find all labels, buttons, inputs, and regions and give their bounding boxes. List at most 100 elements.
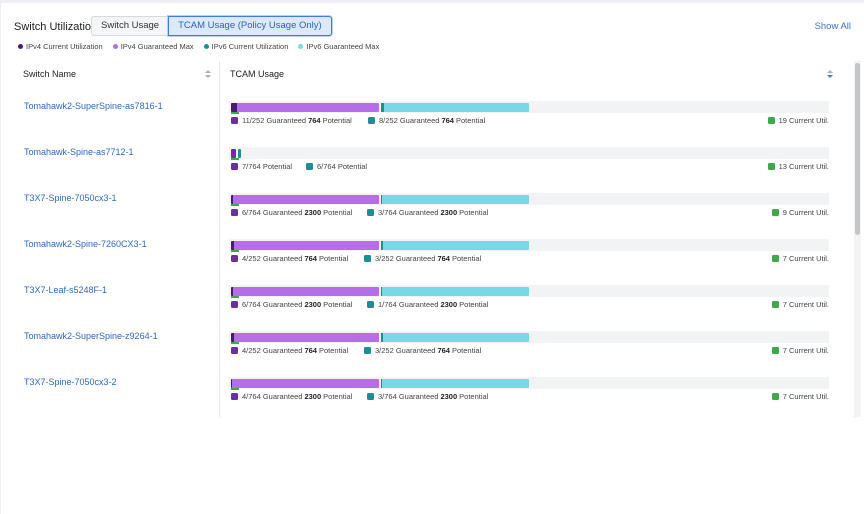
- legend-dot-icon: [18, 44, 23, 49]
- legend-ipv4-current: IPv4 Current Utilization: [18, 42, 103, 51]
- current-util-value: 19 Current Util.: [778, 116, 829, 125]
- ipv6-usage-text: 8/252 Guaranteed 764 Potential: [368, 116, 485, 125]
- ipv6-guaranteed-bar: [381, 378, 529, 388]
- ipv4-usage-text: 11/252 Guaranteed 764 Potential: [231, 116, 352, 125]
- switch-name-header[interactable]: Switch Name: [14, 61, 219, 87]
- ipv4-square-icon: [231, 117, 238, 124]
- ipv6-usage-text: 1/764 Guaranteed 2300 Potential: [367, 300, 488, 309]
- ipv4-usage-text: 6/764 Guaranteed 2300 Potential: [231, 208, 352, 217]
- ipv6-square-icon: [364, 347, 371, 354]
- ipv6-usage-text: 3/764 Guaranteed 2300 Potential: [367, 208, 488, 217]
- potential-label: Potential: [318, 346, 349, 355]
- ipv4-potential-value: 764: [308, 116, 321, 125]
- ipv6-current-bar: [381, 332, 383, 342]
- ipv4-current-bar: [231, 286, 233, 296]
- legend-ipv4-max: IPv4 Guaranteed Max: [112, 42, 194, 51]
- ipv4-guaranteed-bar: [231, 102, 379, 112]
- ipv6-usage-text: 6/764 Potential: [306, 162, 367, 171]
- ipv4-square-icon: [231, 301, 238, 308]
- potential-label: Potential: [323, 392, 353, 401]
- switch-link[interactable]: Tomahawk2-SuperSpine-as7816-1: [24, 101, 163, 111]
- usage-bar-track: [229, 147, 829, 159]
- ipv6-usage-text: 3/252 Guaranteed 764 Potential: [364, 254, 481, 263]
- current-util-square-icon: [771, 393, 779, 400]
- ipv6-value: 6/764 Potential: [317, 162, 368, 171]
- ipv6-guaranteed-bar: [381, 102, 529, 112]
- legend-ipv6-current: IPv6 Current Utilization: [203, 42, 289, 51]
- current-util-line: [231, 388, 239, 390]
- ipv6-guaranteed-bar: [381, 240, 529, 250]
- ipv6-value: 3/764 Guaranteed: [378, 392, 439, 401]
- ipv4-potential-value: 2300: [304, 300, 322, 309]
- tab-tcam-usage[interactable]: TCAM Usage (Policy Usage Only): [168, 16, 332, 36]
- ipv4-usage-text: 7/764 Potential: [231, 162, 292, 171]
- legend-label: IPv6 Guaranteed Max: [306, 42, 380, 51]
- legend-label: IPv6 Current Utilization: [211, 42, 289, 51]
- potential-label: Potential: [322, 116, 352, 125]
- legend-dot-icon: [298, 44, 304, 49]
- tcam-usage-header[interactable]: TCAM Usage: [221, 61, 841, 87]
- tab-switch-usage[interactable]: Switch Usage: [91, 16, 169, 36]
- scrollbar-thumb[interactable]: [855, 63, 860, 235]
- ipv4-value: 7/764 Potential: [242, 162, 293, 171]
- ipv4-potential-value: 764: [304, 254, 317, 263]
- ipv4-guaranteed-bar: [231, 378, 379, 388]
- ipv6-square-icon: [367, 393, 374, 400]
- switch-link[interactable]: T3X7-Leaf-s5248F-1: [24, 285, 107, 295]
- potential-label: Potential: [323, 208, 353, 217]
- ipv6-square-icon: [367, 209, 374, 216]
- sort-desc-icon[interactable]: [827, 69, 833, 79]
- ipv4-current-bar: [231, 148, 236, 158]
- usage-bar-track: [229, 331, 829, 343]
- current-util-value: 13 Current Util.: [778, 162, 829, 171]
- vertical-scrollbar[interactable]: [854, 61, 861, 417]
- show-all-link[interactable]: Show All: [815, 21, 851, 32]
- ipv4-potential-value: 2300: [304, 208, 322, 217]
- ipv6-square-icon: [368, 117, 375, 124]
- potential-label: Potential: [323, 300, 353, 309]
- ipv4-value: 6/764 Guaranteed: [242, 208, 303, 217]
- ipv4-value: 4/764 Guaranteed: [242, 392, 303, 401]
- current-util-square-icon: [771, 209, 779, 216]
- ipv4-current-bar: [231, 194, 233, 204]
- switch-name-column: Switch Name Tomahawk2-SuperSpine-as7816-…: [14, 61, 220, 417]
- ipv6-value: 1/764 Guaranteed: [378, 300, 439, 309]
- ipv6-usage-text: 3/764 Guaranteed 2300 Potential: [367, 392, 488, 401]
- ipv6-potential-value: 2300: [440, 208, 458, 217]
- usage-bar-track: [229, 377, 829, 389]
- current-util-value: 7 Current Util.: [782, 254, 829, 263]
- current-util-square-icon: [771, 301, 779, 308]
- legend-label: IPv4 Current Utilization: [26, 42, 103, 51]
- ipv6-square-icon: [364, 255, 371, 262]
- switch-link[interactable]: T3X7-Spine-7050cx3-1: [24, 193, 117, 203]
- current-util-line: [231, 158, 239, 160]
- view-tabs: Switch Usage TCAM Usage (Policy Usage On…: [91, 16, 332, 36]
- switch-link[interactable]: Tomahawk2-Spine-7260CX3-1: [24, 239, 147, 249]
- header-label: Switch Name: [23, 69, 77, 79]
- ipv4-usage-text: 6/764 Guaranteed 2300 Potential: [231, 300, 352, 309]
- legend-dot-icon: [203, 44, 209, 49]
- ipv4-potential-value: 2300: [304, 392, 322, 401]
- sort-icon[interactable]: [205, 69, 211, 79]
- ipv4-potential-value: 764: [304, 346, 317, 355]
- ipv4-value: 6/764 Guaranteed: [242, 300, 303, 309]
- switch-link[interactable]: T3X7-Spine-7050cx3-2: [24, 377, 117, 387]
- ipv6-guaranteed-bar: [381, 194, 529, 204]
- ipv4-guaranteed-bar: [231, 286, 379, 296]
- ipv6-current-bar: [381, 378, 382, 388]
- legend: IPv4 Current Utilization IPv4 Guaranteed…: [18, 42, 389, 51]
- ipv6-square-icon: [367, 301, 374, 308]
- current-util-square-icon: [771, 347, 779, 354]
- ipv6-value: 8/252 Guaranteed: [379, 116, 440, 125]
- ipv4-square-icon: [231, 347, 238, 354]
- ipv6-potential-value: 764: [437, 254, 450, 263]
- current-util-text: 7 Current Util.: [771, 254, 829, 263]
- potential-label: Potential: [459, 208, 489, 217]
- ipv6-potential-value: 2300: [440, 300, 458, 309]
- ipv6-value: 3/252 Guaranteed: [375, 346, 436, 355]
- ipv4-usage-text: 4/252 Guaranteed 764 Potential: [231, 254, 348, 263]
- switch-link[interactable]: Tomahawk2-SuperSpine-z9264-1: [24, 331, 158, 341]
- header-label: TCAM Usage: [230, 69, 285, 79]
- ipv6-current-bar: [381, 194, 382, 204]
- switch-link[interactable]: Tomahawk-Spine-as7712-1: [24, 147, 134, 157]
